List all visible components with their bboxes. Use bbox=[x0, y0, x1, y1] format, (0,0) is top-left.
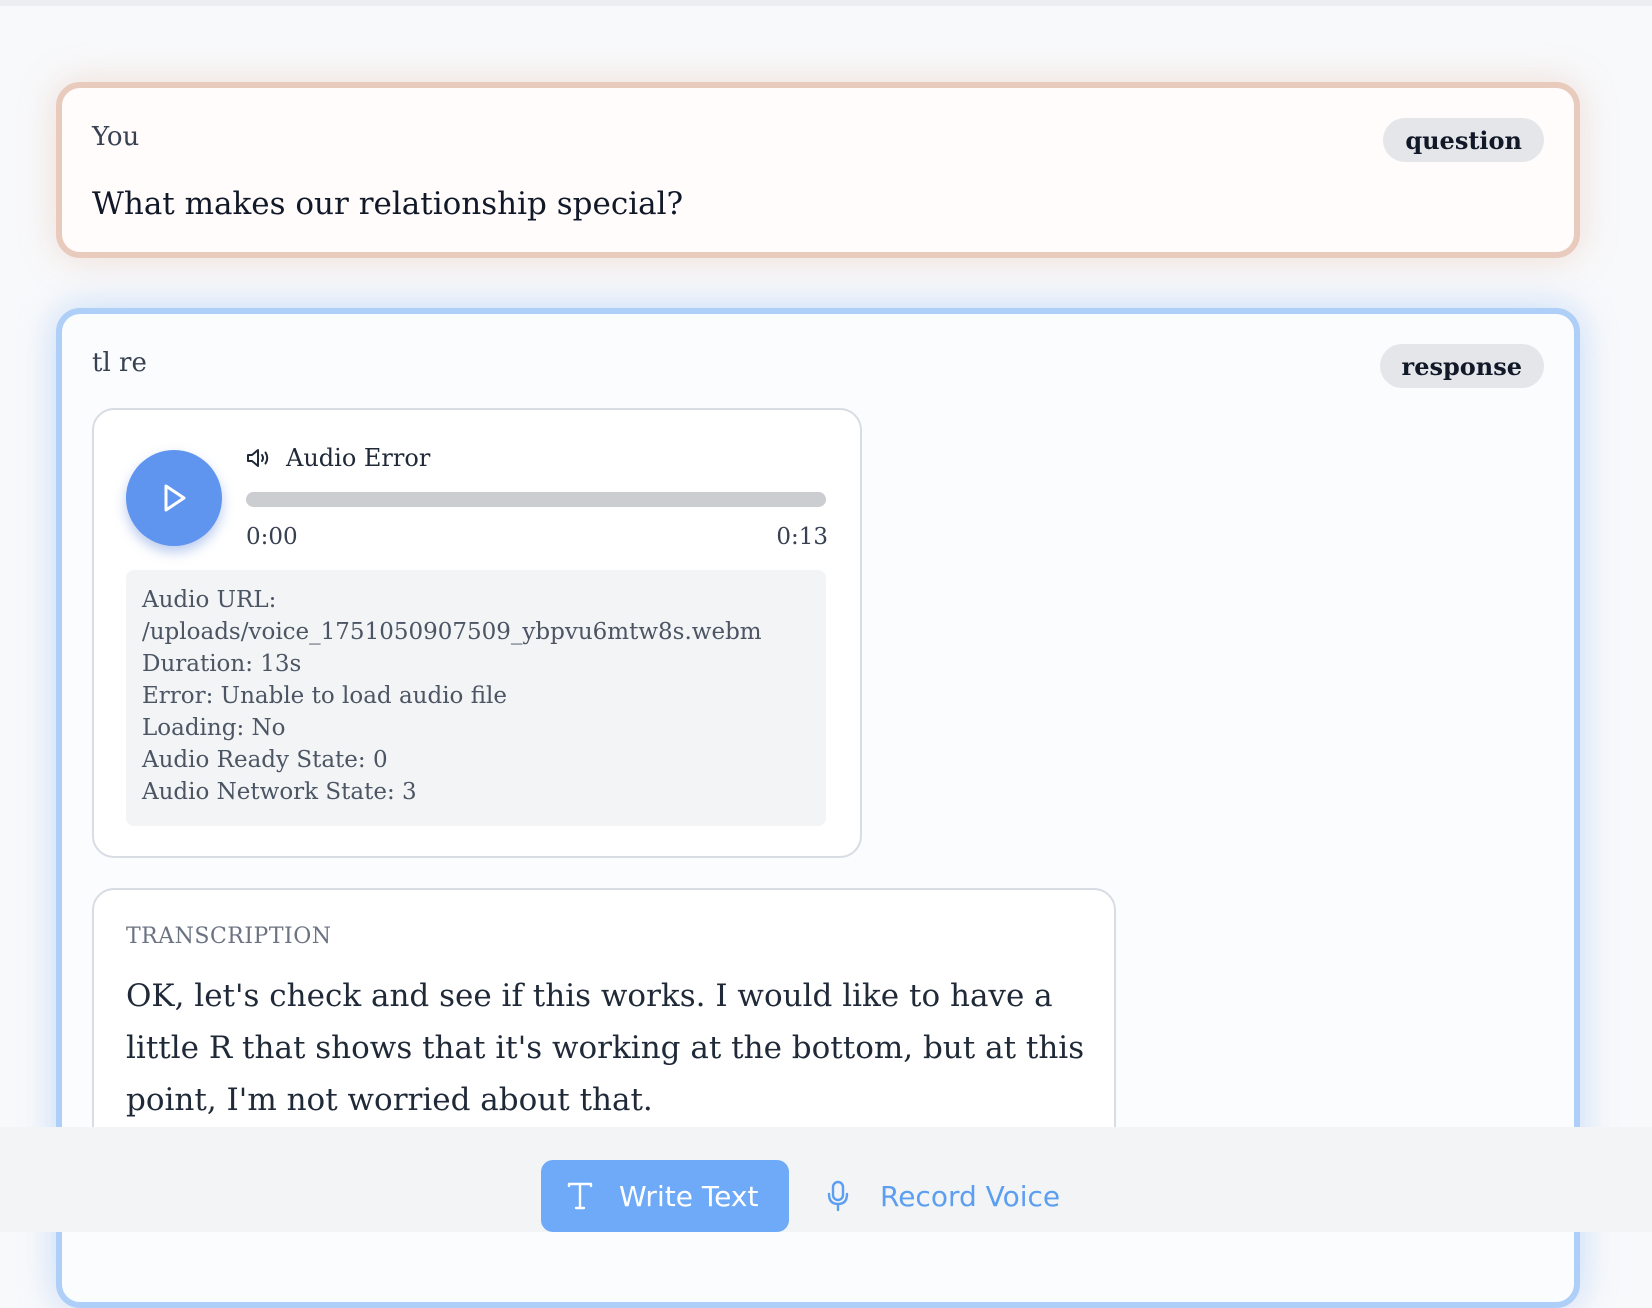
debug-line: Error: Unable to load audio file bbox=[142, 683, 508, 709]
question-text: What makes our relationship special? bbox=[92, 186, 684, 222]
transcription-label: TRANSCRIPTION bbox=[126, 924, 332, 949]
record-voice-label: Record Voice bbox=[880, 1179, 1061, 1213]
debug-line: Loading: No bbox=[142, 715, 286, 741]
play-button[interactable] bbox=[126, 450, 222, 546]
question-tag: question bbox=[1383, 118, 1544, 162]
record-voice-button[interactable]: Record Voice bbox=[826, 1160, 1060, 1232]
debug-line: /uploads/voice_1751050907509_ybpvu6mtw8s… bbox=[142, 619, 762, 645]
audio-time-current: 0:00 bbox=[246, 524, 298, 550]
audio-player: Audio Error 0:00 0:13 Audio URL: /upload… bbox=[92, 408, 862, 858]
audio-progress-bar[interactable] bbox=[246, 492, 826, 507]
write-text-label: Write Text bbox=[619, 1179, 759, 1213]
debug-line: Audio Network State: 3 bbox=[142, 779, 417, 805]
debug-line: Duration: 13s bbox=[142, 651, 302, 677]
top-divider bbox=[0, 0, 1652, 6]
audio-debug-info: Audio URL: /uploads/voice_1751050907509_… bbox=[126, 570, 826, 826]
question-author: You bbox=[92, 122, 140, 152]
debug-line: Audio URL: bbox=[142, 587, 277, 613]
audio-time-total: 0:13 bbox=[776, 524, 828, 550]
input-mode-bar: Write Text Record Voice bbox=[0, 1127, 1652, 1232]
play-icon bbox=[164, 484, 186, 512]
response-author: tl re bbox=[92, 348, 147, 378]
speaker-icon bbox=[247, 449, 269, 467]
audio-title: Audio Error bbox=[286, 444, 431, 472]
write-text-button[interactable]: Write Text bbox=[541, 1160, 789, 1232]
question-card: You question What makes our relationship… bbox=[56, 82, 1580, 258]
microphone-icon bbox=[827, 1180, 849, 1212]
audio-title-row: Audio Error bbox=[246, 444, 430, 472]
transcription-text: OK, let's check and see if this works. I… bbox=[126, 978, 1085, 1118]
text-icon bbox=[567, 1182, 593, 1210]
debug-line: Audio Ready State: 0 bbox=[142, 747, 388, 773]
response-tag: response bbox=[1379, 344, 1544, 388]
